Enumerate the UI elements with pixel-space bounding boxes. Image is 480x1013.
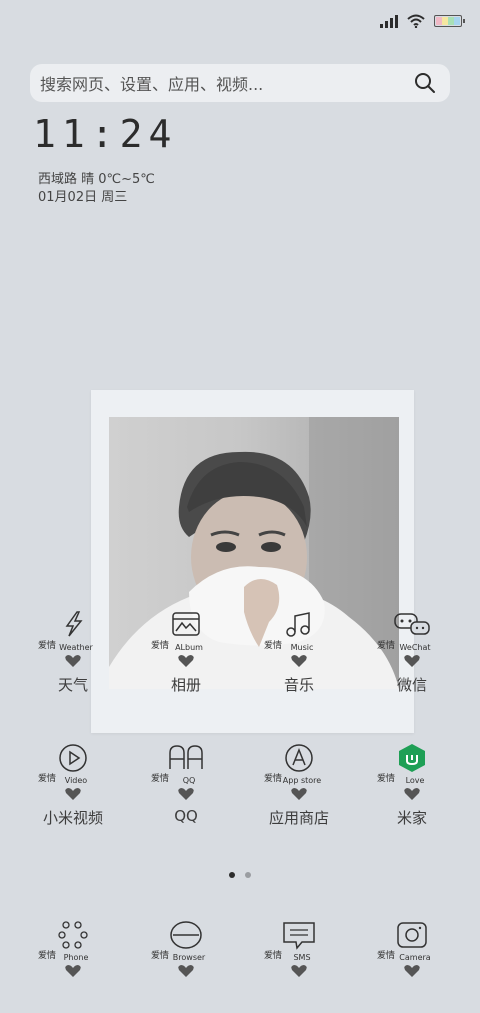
date-text: 01月02日 周三	[38, 190, 128, 205]
signal-icon	[380, 14, 398, 28]
app-label: 米家	[396, 809, 427, 827]
app-label: 天气	[57, 676, 88, 694]
play-icon	[59, 744, 87, 772]
app-qq[interactable]: 爱情 QQ QQ	[131, 743, 241, 825]
dock-camera[interactable]: 爱情 Camera	[357, 920, 467, 982]
app-en-label: Browser	[172, 953, 206, 962]
app-label: 相册	[170, 676, 201, 694]
heart-icon	[65, 965, 81, 977]
heart-icon	[65, 655, 81, 667]
app-en-label: Music	[290, 643, 314, 652]
heart-icon	[291, 788, 307, 800]
app-en-label: Video	[64, 776, 88, 785]
app-store-icon	[285, 744, 313, 772]
app-en-label: SMS	[293, 953, 311, 962]
dock-sms[interactable]: 爱情 SMS	[244, 920, 354, 982]
app-weather[interactable]: 爱情 Weather 天气	[18, 610, 128, 695]
search-icon[interactable]	[414, 72, 436, 94]
browser-icon	[170, 921, 202, 949]
heart-icon	[291, 965, 307, 977]
phone-dots-icon	[58, 921, 88, 949]
message-icon	[283, 922, 315, 950]
page-dot-active[interactable]	[229, 872, 235, 878]
app-label: 应用商店	[268, 809, 329, 827]
heart-icon	[178, 788, 194, 800]
search-bar[interactable]: 搜索网页、设置、应用、视频...	[30, 64, 450, 102]
page-dot[interactable]	[245, 872, 251, 878]
app-en-label: Phone	[63, 953, 89, 962]
app-video[interactable]: 爱情 Video 小米视频	[18, 743, 128, 828]
app-en-label: App store	[282, 776, 322, 785]
page-indicator[interactable]	[0, 872, 480, 878]
lightning-icon	[65, 611, 83, 637]
app-label: 小米视频	[42, 809, 103, 827]
camera-icon	[397, 922, 427, 948]
search-input[interactable]: 搜索网页、设置、应用、视频...	[40, 71, 263, 95]
dock-browser[interactable]: 爱情 Browser	[131, 920, 241, 982]
heart-icon	[404, 655, 420, 667]
wifi-icon	[407, 14, 425, 28]
app-en-label: Love	[405, 776, 425, 785]
heart-icon	[65, 788, 81, 800]
wechat-icon	[394, 613, 430, 635]
app-label: QQ	[174, 807, 198, 825]
dock-phone[interactable]: 爱情 Phone	[18, 920, 128, 982]
heart-icon	[178, 965, 194, 977]
mi-home-icon	[399, 744, 425, 772]
clock-time[interactable]: 11:24	[33, 112, 177, 156]
battery-icon	[434, 15, 465, 27]
app-en-label: QQ	[182, 776, 196, 785]
app-en-label: Camera	[399, 953, 431, 962]
app-label: 微信	[396, 676, 427, 694]
app-store[interactable]: 爱情 App store 应用商店	[244, 743, 354, 828]
status-bar	[380, 14, 465, 28]
qq-icon	[169, 745, 203, 769]
app-mi-home[interactable]: 爱情 Love 米家	[357, 743, 467, 828]
heart-icon	[178, 655, 194, 667]
album-icon	[172, 612, 200, 636]
app-album[interactable]: 爱情 ALbum 相册	[131, 610, 241, 695]
app-wechat[interactable]: 爱情 WeChat 微信	[357, 610, 467, 695]
weather-text[interactable]: 西域路 晴 0℃~5℃	[38, 168, 155, 187]
heart-icon	[404, 788, 420, 800]
app-en-label: ALbum	[175, 643, 203, 652]
music-note-icon	[286, 612, 310, 637]
app-en-label: WeChat	[399, 643, 431, 652]
heart-icon	[404, 965, 420, 977]
app-en-label: Weather	[59, 643, 93, 652]
app-music[interactable]: 爱情 Music 音乐	[244, 610, 354, 695]
heart-icon	[291, 655, 307, 667]
app-label: 音乐	[283, 676, 314, 694]
